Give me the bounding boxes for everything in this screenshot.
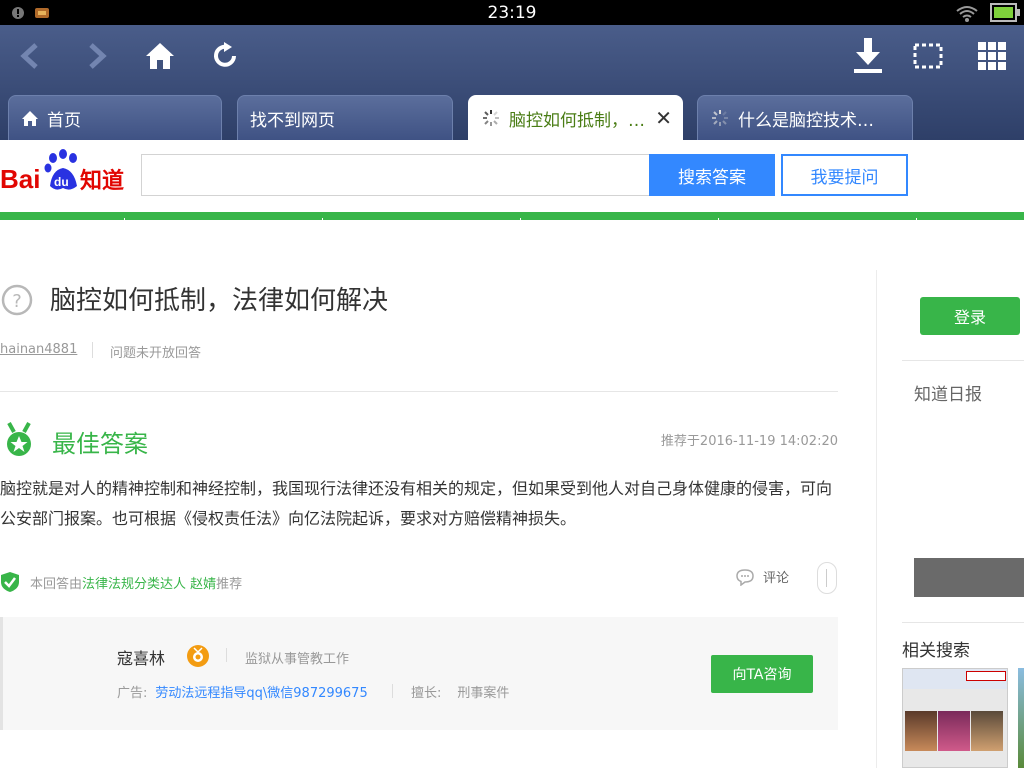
refresh-button[interactable] <box>205 36 245 76</box>
tab-label: 找不到网页 <box>250 110 335 131</box>
screenshot-button[interactable] <box>908 36 948 76</box>
tab-what-is-brain-control[interactable]: 什么是脑控技术… <box>697 95 913 140</box>
comment-label: 评论 <box>763 571 790 586</box>
download-button[interactable] <box>848 36 888 76</box>
svg-text:du: du <box>54 175 69 189</box>
nav-divider <box>718 218 719 221</box>
close-tab-icon[interactable]: ✕ <box>655 106 672 130</box>
thumbnail-image <box>938 711 970 751</box>
divider <box>902 360 1024 361</box>
grid-menu-icon <box>978 42 1006 70</box>
more-actions-button[interactable] <box>817 562 837 594</box>
home-icon <box>146 43 174 69</box>
tab-not-found[interactable]: 找不到网页 <box>237 95 453 140</box>
divider <box>226 648 227 662</box>
search-input[interactable] <box>141 154 651 196</box>
answer-body: 脑控就是对人的精神控制和神经控制，我国现行法律还没有相关的规定，但如果受到他人对… <box>0 479 833 528</box>
recommend-prefix: 本回答由 <box>30 577 83 592</box>
recommend-suffix: 推荐 <box>216 577 243 592</box>
question-author-link[interactable]: hainan4881 <box>0 342 77 357</box>
expert-job: 监狱从事管教工作 <box>245 652 350 667</box>
tab-label: 什么是脑控技术… <box>738 110 874 131</box>
divider <box>902 622 1024 623</box>
category-nav-bar <box>0 212 1024 221</box>
status-time: 23:19 <box>487 3 537 23</box>
comment-button[interactable]: 评论 <box>735 567 789 586</box>
loading-spinner-icon <box>481 108 501 128</box>
search-answer-button[interactable]: 搜索答案 <box>649 154 775 196</box>
best-answer-medal-icon <box>7 422 31 456</box>
ad-link[interactable]: 劳动法远程指导qq\微信987299675 <box>155 686 367 701</box>
tab-active-brain-control[interactable]: 脑控如何抵制，… ✕ <box>468 95 683 140</box>
answer-timestamp: 推荐于2016-11-19 14:02:20 <box>660 434 838 449</box>
wifi-icon <box>956 6 978 22</box>
tab-bar: 首页 找不到网页 脑控如何抵制，… ✕ 什么是脑控技术… <box>0 95 1024 140</box>
thumbnail-highlight <box>966 671 1006 681</box>
login-button[interactable]: 登录 <box>920 297 1020 335</box>
home-button[interactable] <box>140 36 180 76</box>
menu-button[interactable] <box>972 36 1012 76</box>
back-icon <box>20 43 38 69</box>
nav-divider <box>322 218 323 221</box>
thumbnail-header-strip <box>903 669 1007 689</box>
forward-icon <box>89 43 107 69</box>
loading-spinner-icon <box>710 108 730 128</box>
expert-name[interactable]: 寇喜林 <box>117 645 165 669</box>
screenshot-icon <box>913 43 943 69</box>
divider <box>0 391 838 392</box>
ask-question-button[interactable]: 我要提问 <box>781 154 908 196</box>
divider <box>392 684 393 698</box>
expert-ad-line: 广告: 劳动法远程指导qq\微信987299675 <box>117 682 368 701</box>
question-title: 脑控如何抵制，法律如何解决 <box>50 286 389 316</box>
best-answer-title: 最佳答案 <box>52 430 148 458</box>
shield-check-icon <box>1 572 19 592</box>
verified-badge-icon <box>187 645 209 667</box>
consult-button[interactable]: 向TA咨询 <box>711 655 813 693</box>
browser-toolbar: 首页 找不到网页 脑控如何抵制，… ✕ 什么是脑控技术… <box>0 25 1024 140</box>
download-icon <box>854 38 882 73</box>
question-status: 问题未开放回答 <box>110 346 202 361</box>
page: { "status_bar": { "time": "23:19" }, "br… <box>0 0 1024 768</box>
divider <box>92 342 93 358</box>
question-mark-icon: ? <box>1 284 33 316</box>
forward-button[interactable] <box>77 36 117 76</box>
daily-report-banner[interactable] <box>914 558 1024 597</box>
home-icon <box>21 110 39 127</box>
nav-divider <box>916 218 917 221</box>
tab-home[interactable]: 首页 <box>8 95 222 140</box>
expert-skill: 擅长: 刑事案件 <box>411 682 509 701</box>
related-search-thumbnail[interactable] <box>1018 668 1024 768</box>
comment-bubble-icon <box>736 568 754 586</box>
tab-label: 脑控如何抵制，… <box>509 110 645 131</box>
related-search-title: 相关搜索 <box>902 641 970 661</box>
nav-divider <box>520 218 521 221</box>
svg-text:?: ? <box>12 291 22 312</box>
daily-report-title[interactable]: 知道日报 <box>914 380 982 405</box>
status-bar: 23:19 <box>0 0 1024 25</box>
back-button[interactable] <box>10 36 50 76</box>
baidu-zhidao-logo[interactable]: Bai du 知道 <box>0 148 135 198</box>
skill-value: 刑事案件 <box>457 686 510 701</box>
recommender-link[interactable]: 法律法规分类达人 赵婧 <box>82 577 216 592</box>
battery-icon <box>990 3 1020 22</box>
skill-label: 擅长: <box>411 686 442 701</box>
recommend-note: 本回答由法律法规分类达人 赵婧推荐 <box>30 573 242 592</box>
baidu-logo-graphic: Bai du 知道 <box>0 149 124 194</box>
thumbnail-image <box>971 711 1003 751</box>
refresh-icon <box>214 42 236 67</box>
svg-text:Bai: Bai <box>0 164 40 194</box>
svg-text:知道: 知道 <box>80 168 124 194</box>
related-search-thumbnail[interactable] <box>902 668 1008 768</box>
tab-label: 首页 <box>47 110 81 131</box>
sidebar-border <box>876 270 877 768</box>
ad-prefix: 广告: <box>117 686 148 701</box>
thumbnail-image <box>905 711 937 751</box>
nav-divider <box>124 218 125 221</box>
